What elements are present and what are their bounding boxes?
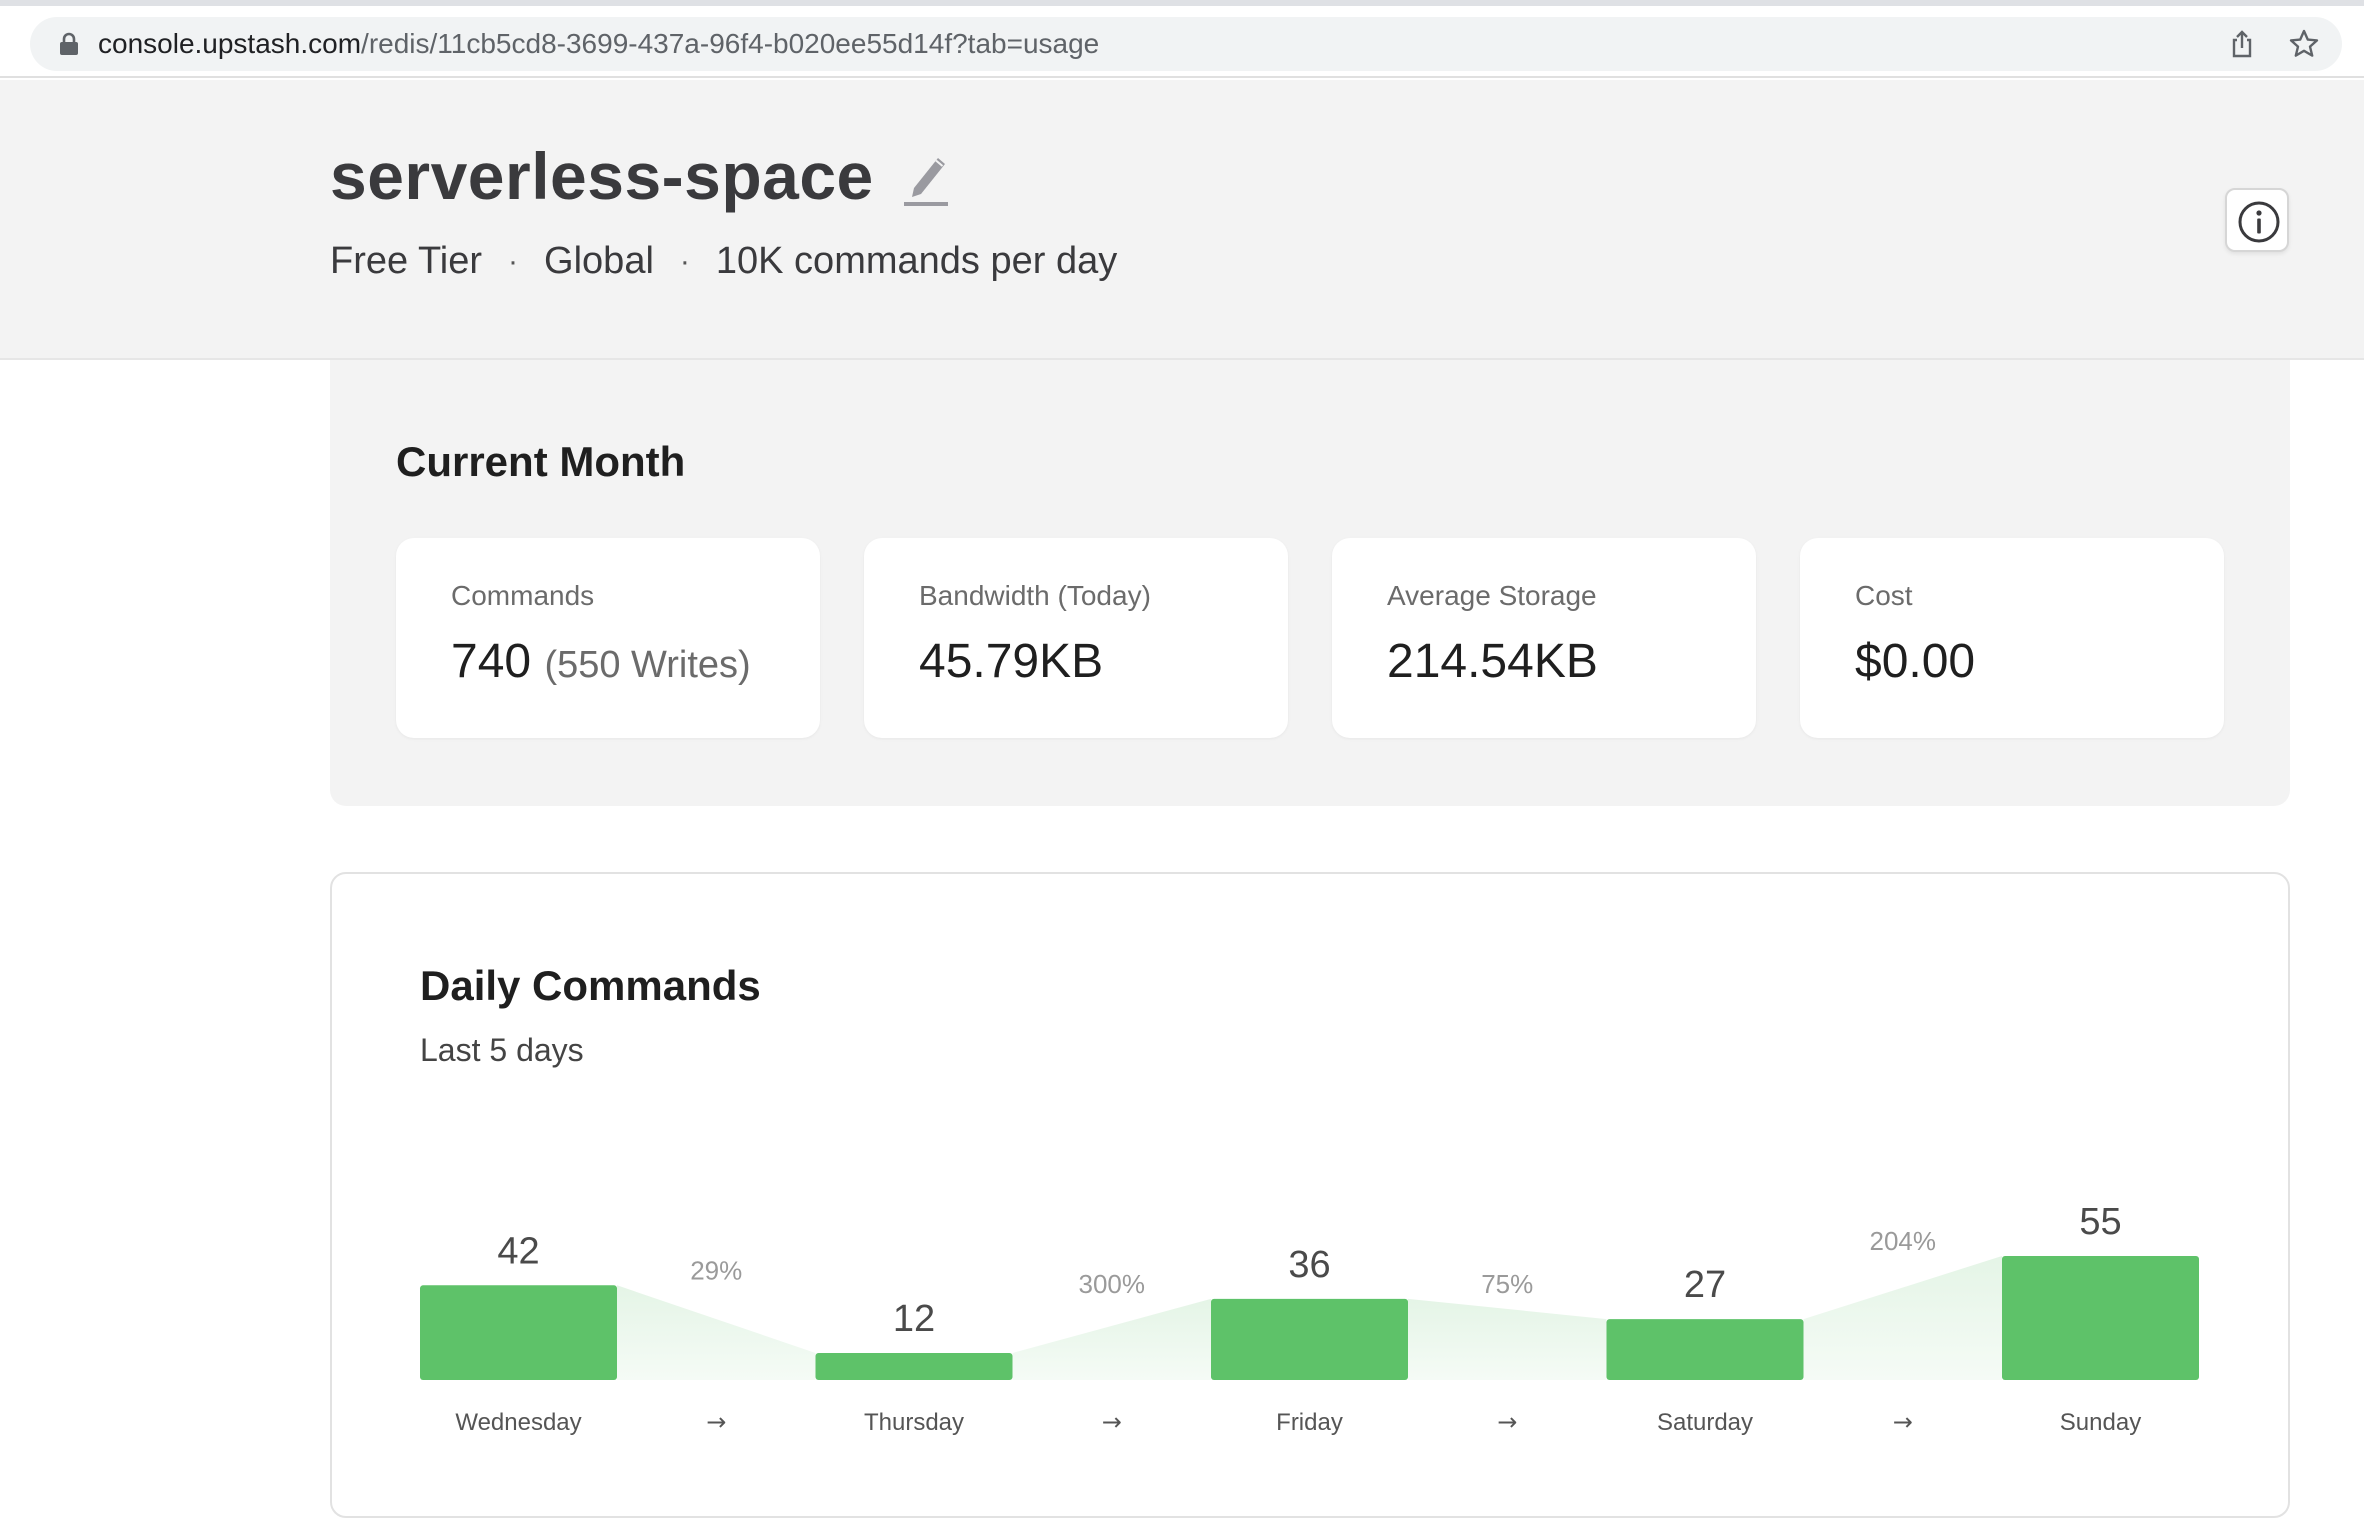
info-button[interactable]	[2225, 188, 2289, 252]
commands-count: 740	[451, 635, 532, 688]
storage-value: 214.54KB	[1387, 635, 1598, 688]
bar-wednesday	[420, 1285, 617, 1380]
bar-value-label: 12	[893, 1298, 935, 1340]
change-area	[1012, 1298, 1211, 1380]
database-header: serverless-space Free Tier · Global · 10…	[0, 80, 2364, 360]
arrow-right-icon: →	[1102, 1408, 1122, 1436]
category-label: Saturday	[1657, 1409, 1753, 1436]
change-area	[1803, 1256, 2002, 1380]
star-icon[interactable]	[2288, 28, 2320, 60]
url-host: console.upstash.com	[98, 28, 362, 59]
bandwidth-value: 45.79KB	[919, 635, 1104, 688]
bar-friday	[1211, 1298, 1408, 1380]
info-icon	[2238, 201, 2280, 243]
browser-window: console.upstash.com/redis/11cb5cd8-3699-…	[0, 0, 2364, 1540]
cost-label: Cost	[1855, 580, 1913, 611]
bar-value-label: 55	[2079, 1201, 2121, 1243]
change-percent-label: 300%	[1079, 1269, 1146, 1299]
region-type: Global	[544, 240, 654, 282]
page-title: serverless-space	[330, 139, 874, 213]
change-area	[617, 1285, 816, 1380]
url-text[interactable]: console.upstash.com/redis/11cb5cd8-3699-…	[98, 28, 1099, 60]
arrow-right-icon: →	[1497, 1408, 1517, 1436]
address-bar[interactable]: console.upstash.com/redis/11cb5cd8-3699-…	[30, 17, 2342, 71]
bandwidth-label: Bandwidth (Today)	[919, 580, 1151, 611]
meta-separator: ·	[508, 244, 519, 278]
arrow-right-icon: →	[706, 1408, 726, 1436]
command-limit: 10K commands per day	[715, 240, 1118, 282]
current-month-title: Current Month	[396, 438, 686, 485]
change-percent-label: 204%	[1870, 1226, 1937, 1256]
change-percent-label: 75%	[1481, 1269, 1533, 1299]
cost-value: $0.00	[1855, 635, 1976, 688]
database-meta: Free Tier · Global · 10K commands per da…	[330, 240, 1117, 283]
bar-sunday	[2002, 1256, 2199, 1380]
pencil-icon[interactable]	[900, 150, 952, 208]
bar-thursday	[815, 1352, 1013, 1380]
lock-icon[interactable]	[58, 32, 80, 56]
url-path: /redis/11cb5cd8-3699-437a-96f4-b020ee55d…	[361, 28, 1100, 59]
storage-label: Average Storage	[1387, 580, 1597, 611]
share-icon[interactable]	[2226, 28, 2258, 60]
browser-toolbar: console.upstash.com/redis/11cb5cd8-3699-…	[0, 6, 2364, 78]
daily-commands-chart: 42 Wednesday 12 Thursday 36 Friday 27 Saturday 5…	[420, 1201, 2199, 1436]
bar-value-label: 36	[1288, 1244, 1330, 1286]
bar-value-label: 27	[1684, 1264, 1726, 1306]
category-label: Thursday	[864, 1409, 964, 1436]
change-area	[1408, 1298, 1607, 1380]
commands-value: 740 (550 Writes)	[451, 634, 751, 689]
bar-saturday	[1606, 1319, 1804, 1380]
cost-card: Cost $0.00	[1800, 538, 2224, 738]
bar-value-label: 42	[497, 1230, 539, 1272]
current-month-panel: Current Month Commands 740 (550 Writes) …	[330, 360, 2290, 806]
change-percent-label: 29%	[690, 1255, 742, 1285]
commands-card: Commands 740 (550 Writes)	[396, 538, 820, 738]
category-label: Sunday	[2060, 1409, 2141, 1436]
category-label: Wednesday	[455, 1409, 581, 1436]
daily-commands-panel: Daily Commands Last 5 days 42 Wednesday 12…	[330, 872, 2290, 1518]
meta-separator: ·	[679, 244, 690, 278]
writes-count: (550 Writes)	[544, 644, 751, 686]
storage-card: Average Storage 214.54KB	[1332, 538, 1756, 738]
category-label: Friday	[1276, 1409, 1343, 1436]
commands-label: Commands	[451, 580, 595, 611]
plan-tier: Free Tier	[330, 240, 483, 282]
bandwidth-card: Bandwidth (Today) 45.79KB	[864, 538, 1288, 738]
arrow-right-icon: →	[1893, 1408, 1913, 1436]
